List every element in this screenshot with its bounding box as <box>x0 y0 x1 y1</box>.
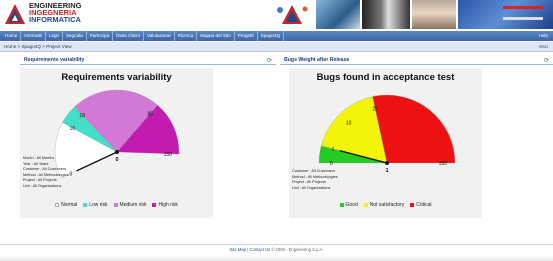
page: ENGINEERING INGEGNERIA INFORMATICA Home … <box>0 0 553 261</box>
panel-header-requirements: Requirements variability ⟳ <box>20 56 276 65</box>
header: ENGINEERING INGEGNERIA INFORMATICA <box>0 0 553 29</box>
main-nav: Home Internals Logs Segnala Partecipa Di… <box>0 31 553 41</box>
gauge-tick-label: 1 <box>332 147 335 153</box>
legend-item: High risk <box>152 202 178 208</box>
sitemap-link[interactable]: Site Map <box>229 247 246 252</box>
nav-item-ricerca[interactable]: Ricerca <box>175 31 198 41</box>
legend-swatch <box>410 203 415 207</box>
legend-label: Critical <box>416 202 432 208</box>
bugs-gauge-chart: Bugs found in acceptance test 0 1 10 28 150 1… <box>289 68 482 218</box>
nav-item-segnala[interactable]: Segnala <box>63 31 87 41</box>
copyright-text: © 2009 - Engineering S.p.A. <box>271 247 324 252</box>
legend-label: Not satisfactory <box>369 202 405 208</box>
legend-item: Critical <box>410 202 431 208</box>
nav-item-mappa-del-sito[interactable]: Mappa del Sito <box>197 31 235 41</box>
gauge-tick-label: 85 <box>147 112 153 118</box>
filter-text: Customer : All Customers <box>292 169 336 173</box>
gauge-hub <box>115 150 119 154</box>
gauge-tick-label: 0 <box>70 171 73 177</box>
banner-flag-image <box>458 0 553 29</box>
legend-item: Good <box>339 202 358 208</box>
panel-title: Requirements variability <box>24 57 85 63</box>
legend-label: Medium risk <box>119 202 147 208</box>
gauge-svg: 0 10 18 85 150 0 <box>54 89 180 179</box>
gauge-tick-label: 28 <box>372 107 378 113</box>
legend-swatch <box>152 203 157 207</box>
brand-line3: INFORMATICA <box>29 15 81 24</box>
breadcrumb-bar: Home > Spago4Q > Project View Esci <box>0 42 553 52</box>
nav-item-internals[interactable]: Internals <box>21 31 46 41</box>
refresh-icon[interactable]: ⟳ <box>267 56 272 65</box>
banner-logo-image <box>277 5 308 24</box>
breadcrumb[interactable]: Home > Spago4Q > Project View <box>4 42 72 52</box>
gauge-svg: 0 1 10 28 150 1 <box>318 94 456 174</box>
legend-item: Medium risk <box>113 202 147 208</box>
requirements-gauge-chart: Requirements variability 0 10 18 85 150 0 Mon… <box>20 68 213 218</box>
gauge-tick-label: 150 <box>439 161 448 167</box>
chart-legend: Normal Low risk Medium risk High risk <box>20 202 213 208</box>
footer: Site Map | Contact Us © 2009 - Engineeri… <box>0 247 553 252</box>
legend-swatch <box>83 203 88 207</box>
refresh-icon[interactable]: ⟳ <box>544 56 549 65</box>
nav-item-logs[interactable]: Logs <box>46 31 63 41</box>
logout-link[interactable]: Esci <box>539 42 548 52</box>
footer-divider <box>0 244 553 245</box>
brand-logo[interactable]: ENGINEERING INGEGNERIA INFORMATICA <box>4 2 124 27</box>
nav-item-dieta-client[interactable]: Dieta Client <box>113 31 144 41</box>
logo-mark-icon <box>5 4 25 24</box>
panel-title: Bugs Weight after Release <box>284 57 350 63</box>
gauge-tick-label: 18 <box>79 113 85 119</box>
gauge-value-label: 0 <box>115 157 118 163</box>
legend-label: High risk <box>158 202 178 208</box>
legend-label: Good <box>345 202 358 208</box>
legend-item: Low risk <box>83 202 108 208</box>
gauge-tick-label: 10 <box>70 126 76 132</box>
nav-item-valutazione[interactable]: Valutazione <box>144 31 175 41</box>
help-link[interactable]: Help <box>539 31 548 41</box>
filter-text: Unit : All Organizations <box>292 185 331 190</box>
chart-filters: Month : All Months Year : All Years Cust… <box>23 156 69 190</box>
chart-legend: Good Not satisfactory Critical <box>289 202 482 208</box>
contact-link[interactable]: Contact Us <box>249 247 270 252</box>
banner-device-image <box>362 0 410 29</box>
legend-swatch <box>113 203 118 207</box>
legend-item: Normal <box>55 202 77 208</box>
legend-item: Not satisfactory <box>363 202 405 208</box>
filter-text: Unit : All Organizations <box>23 183 62 188</box>
chart-filters: Customer : All Customers Method : All Me… <box>292 169 338 191</box>
banner-child-image <box>412 0 456 29</box>
nav-item-progetti[interactable]: Progetti <box>235 31 258 41</box>
legend-swatch <box>339 203 344 207</box>
nav-item-partecipa[interactable]: Partecipa <box>87 31 114 41</box>
nav-item-home[interactable]: Home <box>2 31 22 41</box>
gauge-tick-label: 150 <box>164 152 173 158</box>
gauge-hub <box>385 161 389 165</box>
gauge-tick-label: 10 <box>346 121 352 127</box>
gauge-value-label: 1 <box>385 168 388 174</box>
banner-hands-image <box>316 0 360 29</box>
panel-header-bugs: Bugs Weight after Release ⟳ <box>280 56 553 65</box>
filter-text: Customer : All Customers <box>23 167 67 172</box>
footer-bottom <box>0 256 553 261</box>
nav-item-spago4q[interactable]: Spago4Q <box>258 31 285 41</box>
gauge-band <box>372 94 456 164</box>
legend-label: Normal <box>61 202 78 208</box>
legend-label: Low risk <box>89 202 108 208</box>
legend-swatch <box>55 203 60 207</box>
gauge-tick-label: 0 <box>330 161 333 167</box>
legend-swatch <box>363 203 368 207</box>
